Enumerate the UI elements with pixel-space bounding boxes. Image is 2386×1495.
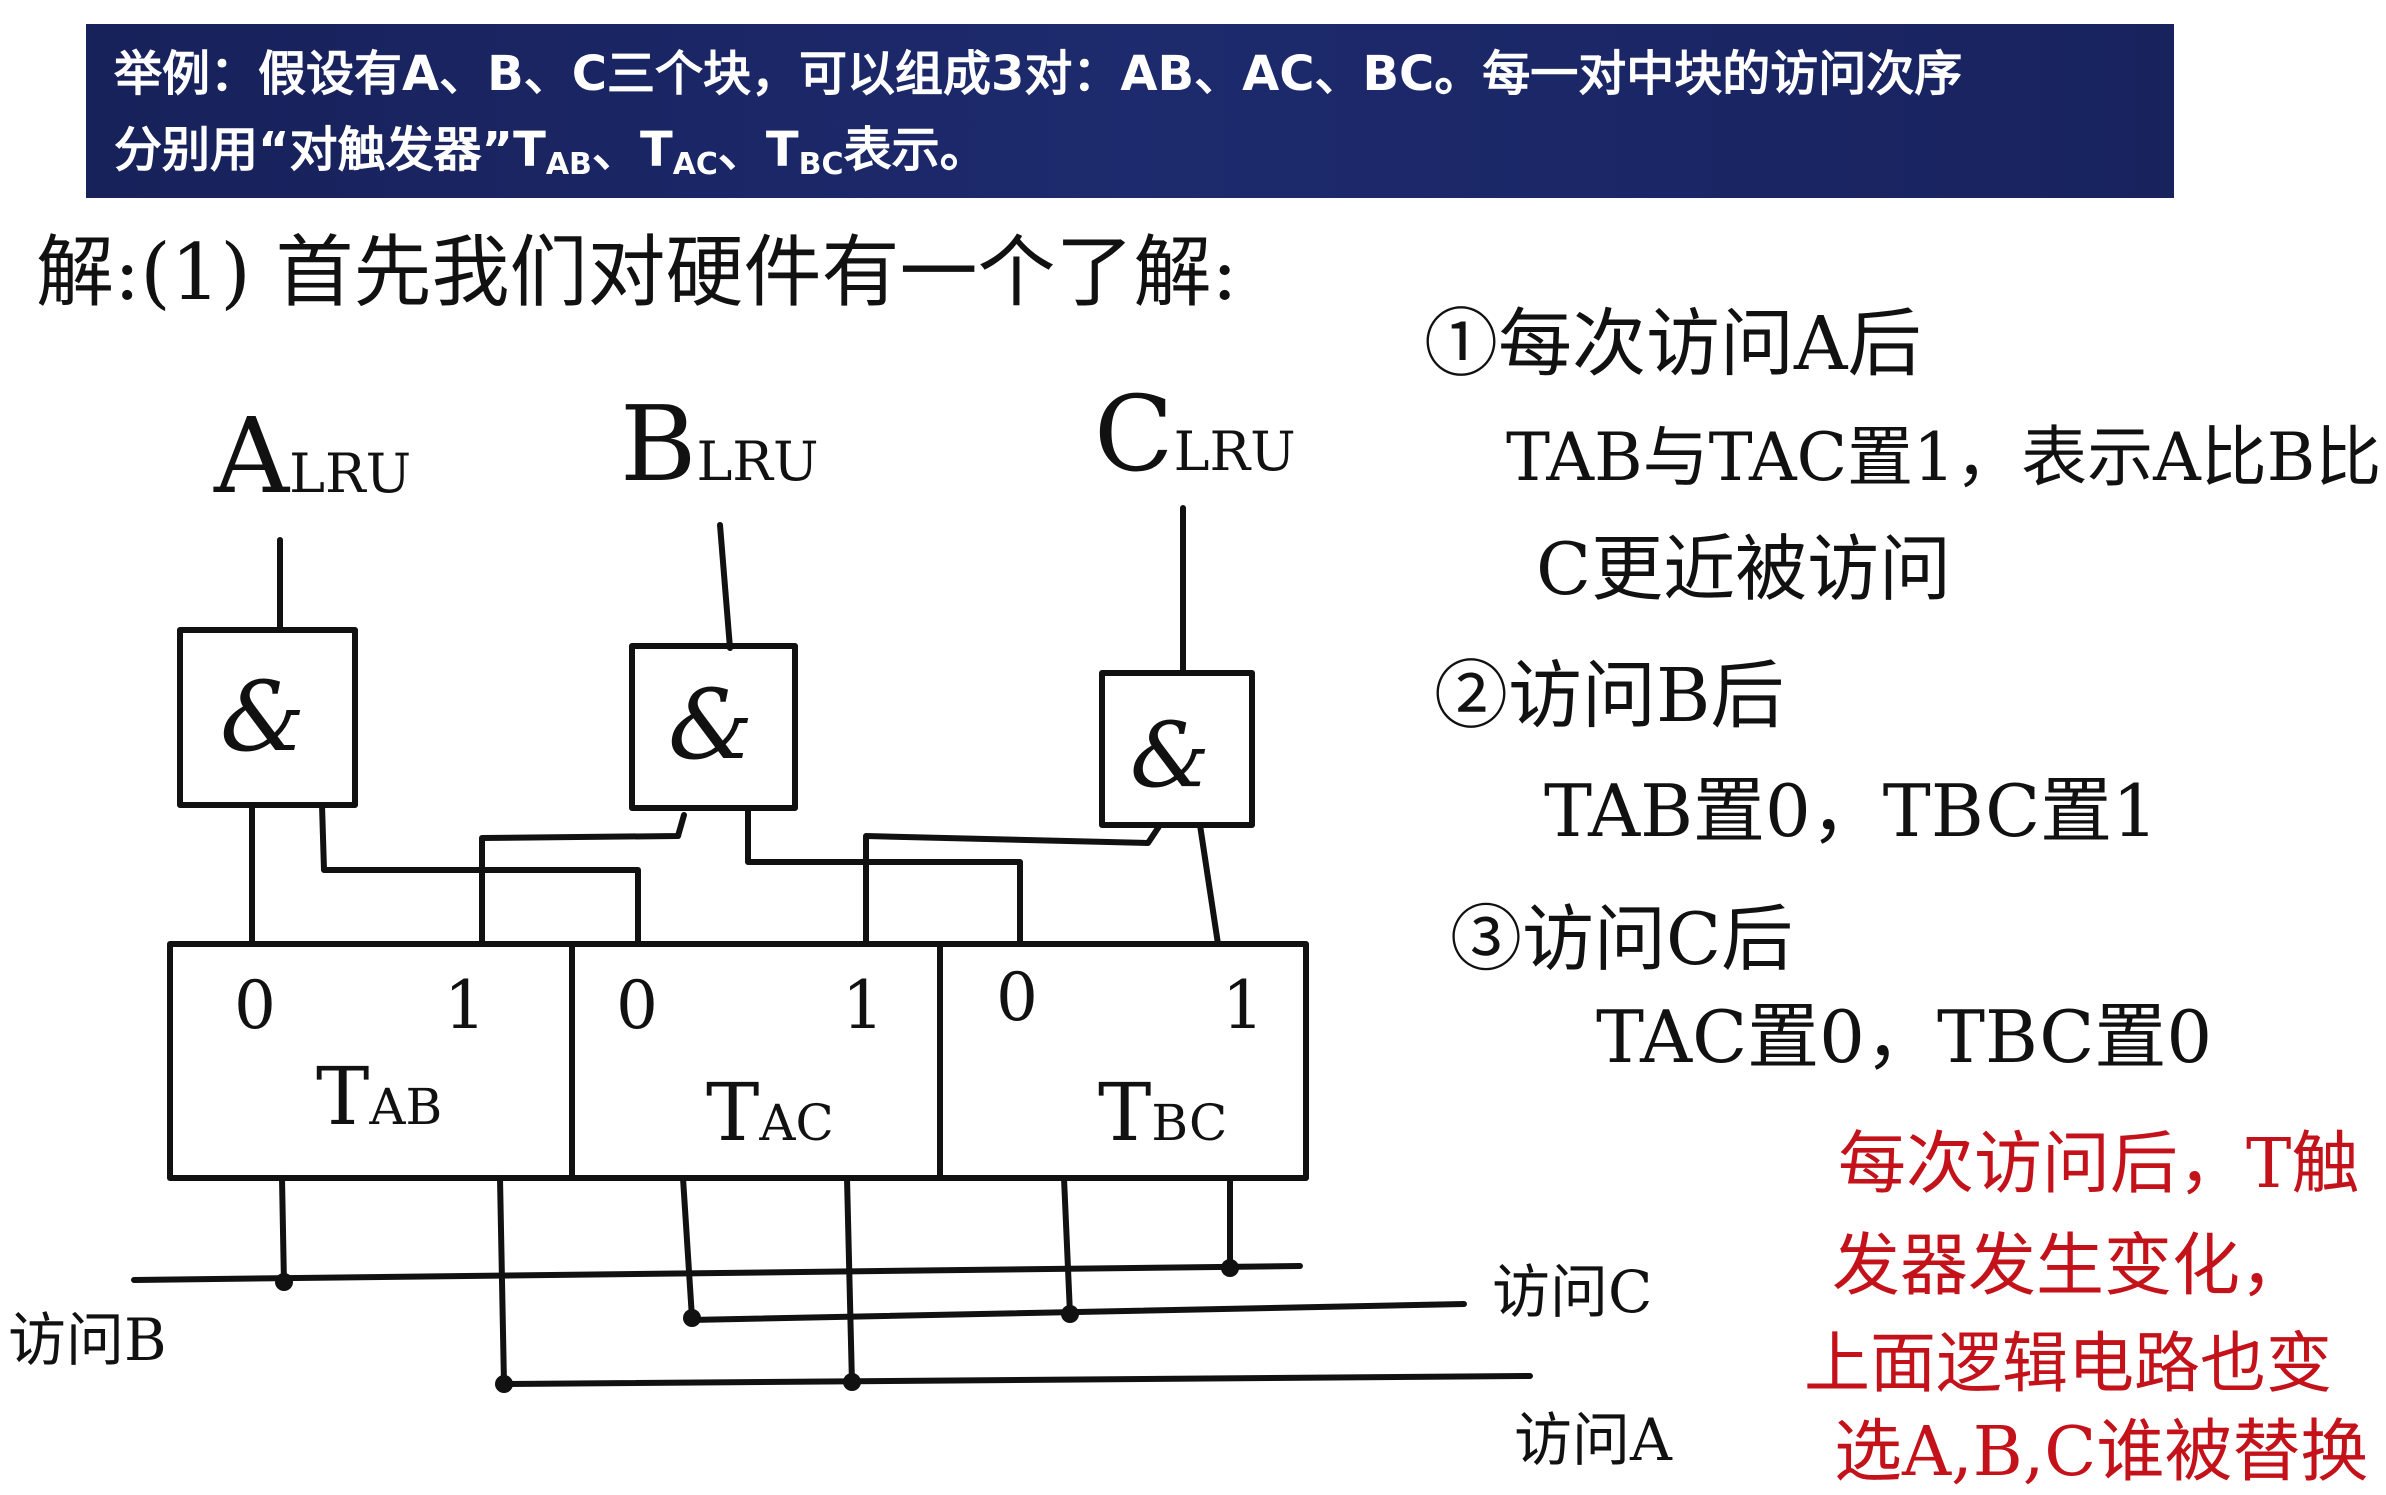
label-c-lru: CLRU xyxy=(1094,373,1296,495)
junction-dot xyxy=(843,1373,861,1391)
red-note-line-2: 发器发生变化， xyxy=(1832,1227,2309,1306)
wire-gate-c-tbc1 xyxy=(1197,822,1221,947)
junction-dot xyxy=(683,1309,701,1327)
junction-dot xyxy=(495,1375,513,1393)
tbc-port-1: 1 xyxy=(1222,967,1264,1044)
red-note-line-4: 选A,B,C谁被替换 xyxy=(1834,1413,2369,1492)
label-b-lru: BLRU xyxy=(620,383,818,505)
tab-port-1: 1 xyxy=(444,967,486,1044)
bus-label-access-c: 访问C xyxy=(1492,1258,1652,1326)
wire-b-input xyxy=(717,522,733,651)
junction-dot xyxy=(275,1273,293,1291)
and-symbol-c: & xyxy=(1130,703,1210,808)
note-1-line-1: TAB与TAC置1，表示A比B比 xyxy=(1506,419,2382,496)
junction-dot xyxy=(1061,1305,1079,1323)
flipflop-tab-label: TAB xyxy=(316,1050,442,1143)
junction-dot xyxy=(1221,1259,1239,1277)
and-symbol-b: & xyxy=(668,669,753,781)
bus-access-b xyxy=(131,1263,1303,1283)
label-a-lru: ALRU xyxy=(213,395,411,517)
bus-label-access-a: 访问A xyxy=(1514,1406,1673,1474)
wire-gate-b-tab1 xyxy=(479,812,687,947)
flipflop-tac-label: TAC xyxy=(706,1066,834,1159)
drop-tac-right xyxy=(844,1175,855,1387)
tbc-port-0: 0 xyxy=(996,959,1038,1036)
wire-gate-b-tbc0 xyxy=(745,805,1023,947)
drop-tbc-left xyxy=(1061,1175,1073,1317)
bus-access-a xyxy=(501,1373,1533,1387)
tac-port-0: 0 xyxy=(616,967,658,1044)
red-note-line-3: 上面逻辑电路也变 xyxy=(1804,1325,2332,1402)
tab-port-0: 0 xyxy=(234,967,276,1044)
and-symbol-a: & xyxy=(220,661,305,773)
red-note-line-1: 每次访问后，T触 xyxy=(1838,1125,2360,1204)
flipflop-tab xyxy=(167,941,575,1181)
note-1-line-2: C更近被访问 xyxy=(1536,527,1952,611)
note-3-title: ③访问C后 xyxy=(1450,897,1794,981)
drop-tab-right xyxy=(497,1175,507,1387)
note-1-title: ①每次访问A后 xyxy=(1424,301,1922,387)
wire-gate-c-tac1 xyxy=(863,822,1163,947)
note-2-title: ②访问B后 xyxy=(1434,653,1785,739)
flipflop-tbc-label: TBC xyxy=(1098,1066,1227,1159)
note-2-line-1: TAB置0，TBC置1 xyxy=(1544,769,2158,853)
note-3-line-1: TAC置0，TBC置0 xyxy=(1596,995,2213,1079)
bus-label-access-b: 访问B xyxy=(8,1306,167,1374)
tac-port-1: 1 xyxy=(842,967,884,1044)
drop-tac-left xyxy=(680,1175,695,1321)
drop-tab-left xyxy=(279,1175,287,1287)
